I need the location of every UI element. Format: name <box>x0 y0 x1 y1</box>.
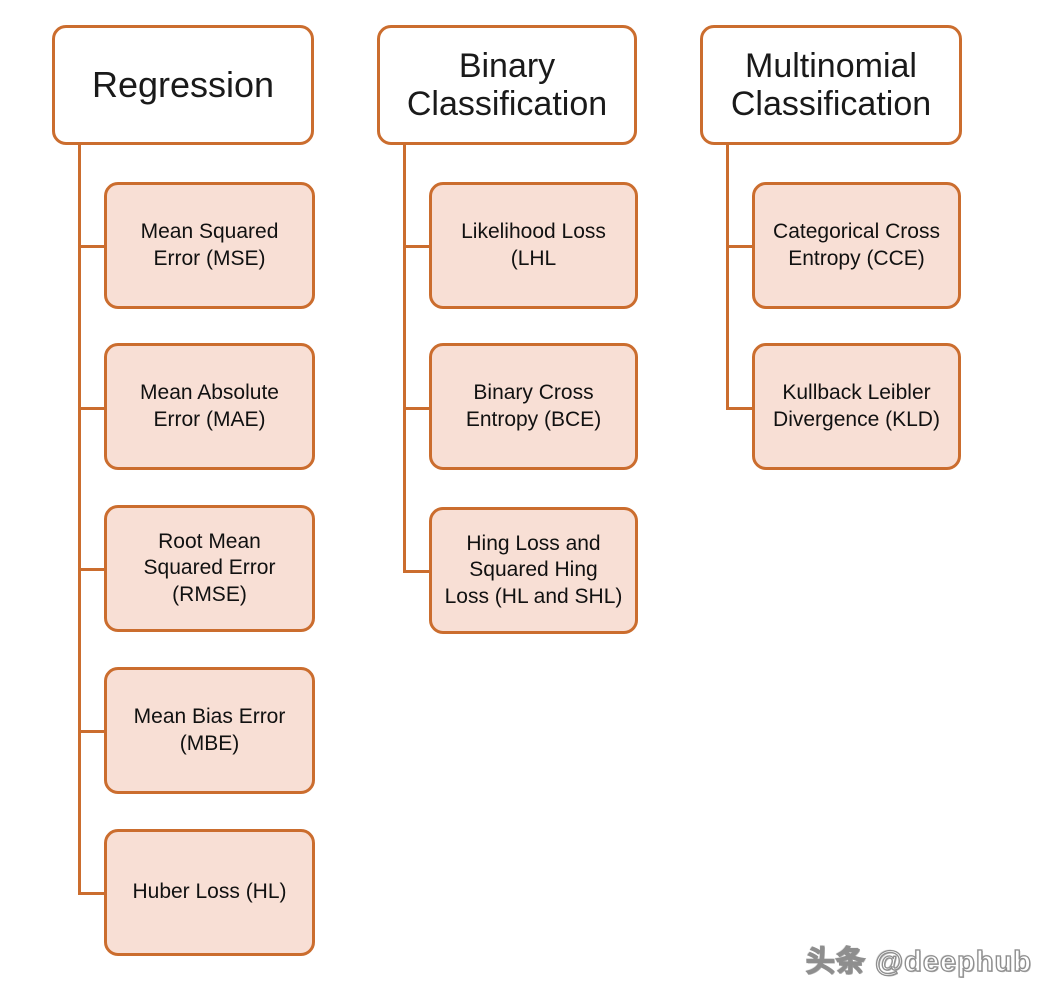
loss-function-taxonomy-diagram: Regression Mean Squared Error (MSE) Mean… <box>0 0 1048 994</box>
connector-binary-child-1 <box>403 407 430 410</box>
node-label-binary-cross-entropy: Binary Cross Entropy (BCE) <box>465 381 602 431</box>
watermark: 头条 @deephub <box>805 945 1032 978</box>
header-box-regression[interactable]: Regression <box>52 25 314 145</box>
node-huber-loss[interactable]: Huber Loss (HL) <box>104 829 315 956</box>
header-label-multinomial-classification: Multinomial Classification <box>730 46 932 123</box>
connector-multinomial-child-0 <box>726 245 753 248</box>
node-categorical-cross-entropy[interactable]: Categorical Cross Entropy (CCE) <box>752 182 961 309</box>
header-box-multinomial-classification[interactable]: Multinomial Classification <box>700 25 962 145</box>
trunk-regression <box>78 145 81 895</box>
node-label-root-mean-squared-error: Root Mean Squared Error (RMSE) <box>143 530 276 606</box>
trunk-multinomial-classification <box>726 145 729 410</box>
node-label-mean-squared-error: Mean Squared Error (MSE) <box>140 220 279 270</box>
connector-binary-child-2 <box>403 570 430 573</box>
header-box-binary-classification[interactable]: Binary Classification <box>377 25 637 145</box>
connector-binary-child-0 <box>403 245 430 248</box>
node-label-huber-loss: Huber Loss (HL) <box>132 880 287 904</box>
trunk-binary-classification <box>403 145 406 573</box>
node-binary-cross-entropy[interactable]: Binary Cross Entropy (BCE) <box>429 343 638 470</box>
connector-multinomial-child-1 <box>726 407 753 410</box>
node-mean-bias-error[interactable]: Mean Bias Error (MBE) <box>104 667 315 794</box>
node-label-likelihood-loss: Likelihood Loss (LHL <box>461 220 606 270</box>
connector-regression-child-1 <box>78 407 105 410</box>
node-label-mean-absolute-error: Mean Absolute Error (MAE) <box>140 381 279 431</box>
node-kullback-leibler-divergence[interactable]: Kullback Leibler Divergence (KLD) <box>752 343 961 470</box>
node-label-kullback-leibler-divergence: Kullback Leibler Divergence (KLD) <box>773 381 940 431</box>
connector-regression-child-3 <box>78 730 105 733</box>
header-label-binary-classification: Binary Classification <box>406 46 608 123</box>
node-label-mean-bias-error: Mean Bias Error (MBE) <box>133 705 286 755</box>
connector-regression-child-0 <box>78 245 105 248</box>
connector-regression-child-2 <box>78 568 105 571</box>
node-root-mean-squared-error[interactable]: Root Mean Squared Error (RMSE) <box>104 505 315 632</box>
connector-regression-child-4 <box>78 892 105 895</box>
node-label-categorical-cross-entropy: Categorical Cross Entropy (CCE) <box>773 220 940 270</box>
node-likelihood-loss[interactable]: Likelihood Loss (LHL <box>429 182 638 309</box>
node-label-hinge-loss: Hing Loss and Squared Hing Loss (HL and … <box>444 532 623 608</box>
node-hinge-loss[interactable]: Hing Loss and Squared Hing Loss (HL and … <box>429 507 638 634</box>
node-mean-absolute-error[interactable]: Mean Absolute Error (MAE) <box>104 343 315 470</box>
node-mean-squared-error[interactable]: Mean Squared Error (MSE) <box>104 182 315 309</box>
header-label-regression: Regression <box>91 63 275 105</box>
